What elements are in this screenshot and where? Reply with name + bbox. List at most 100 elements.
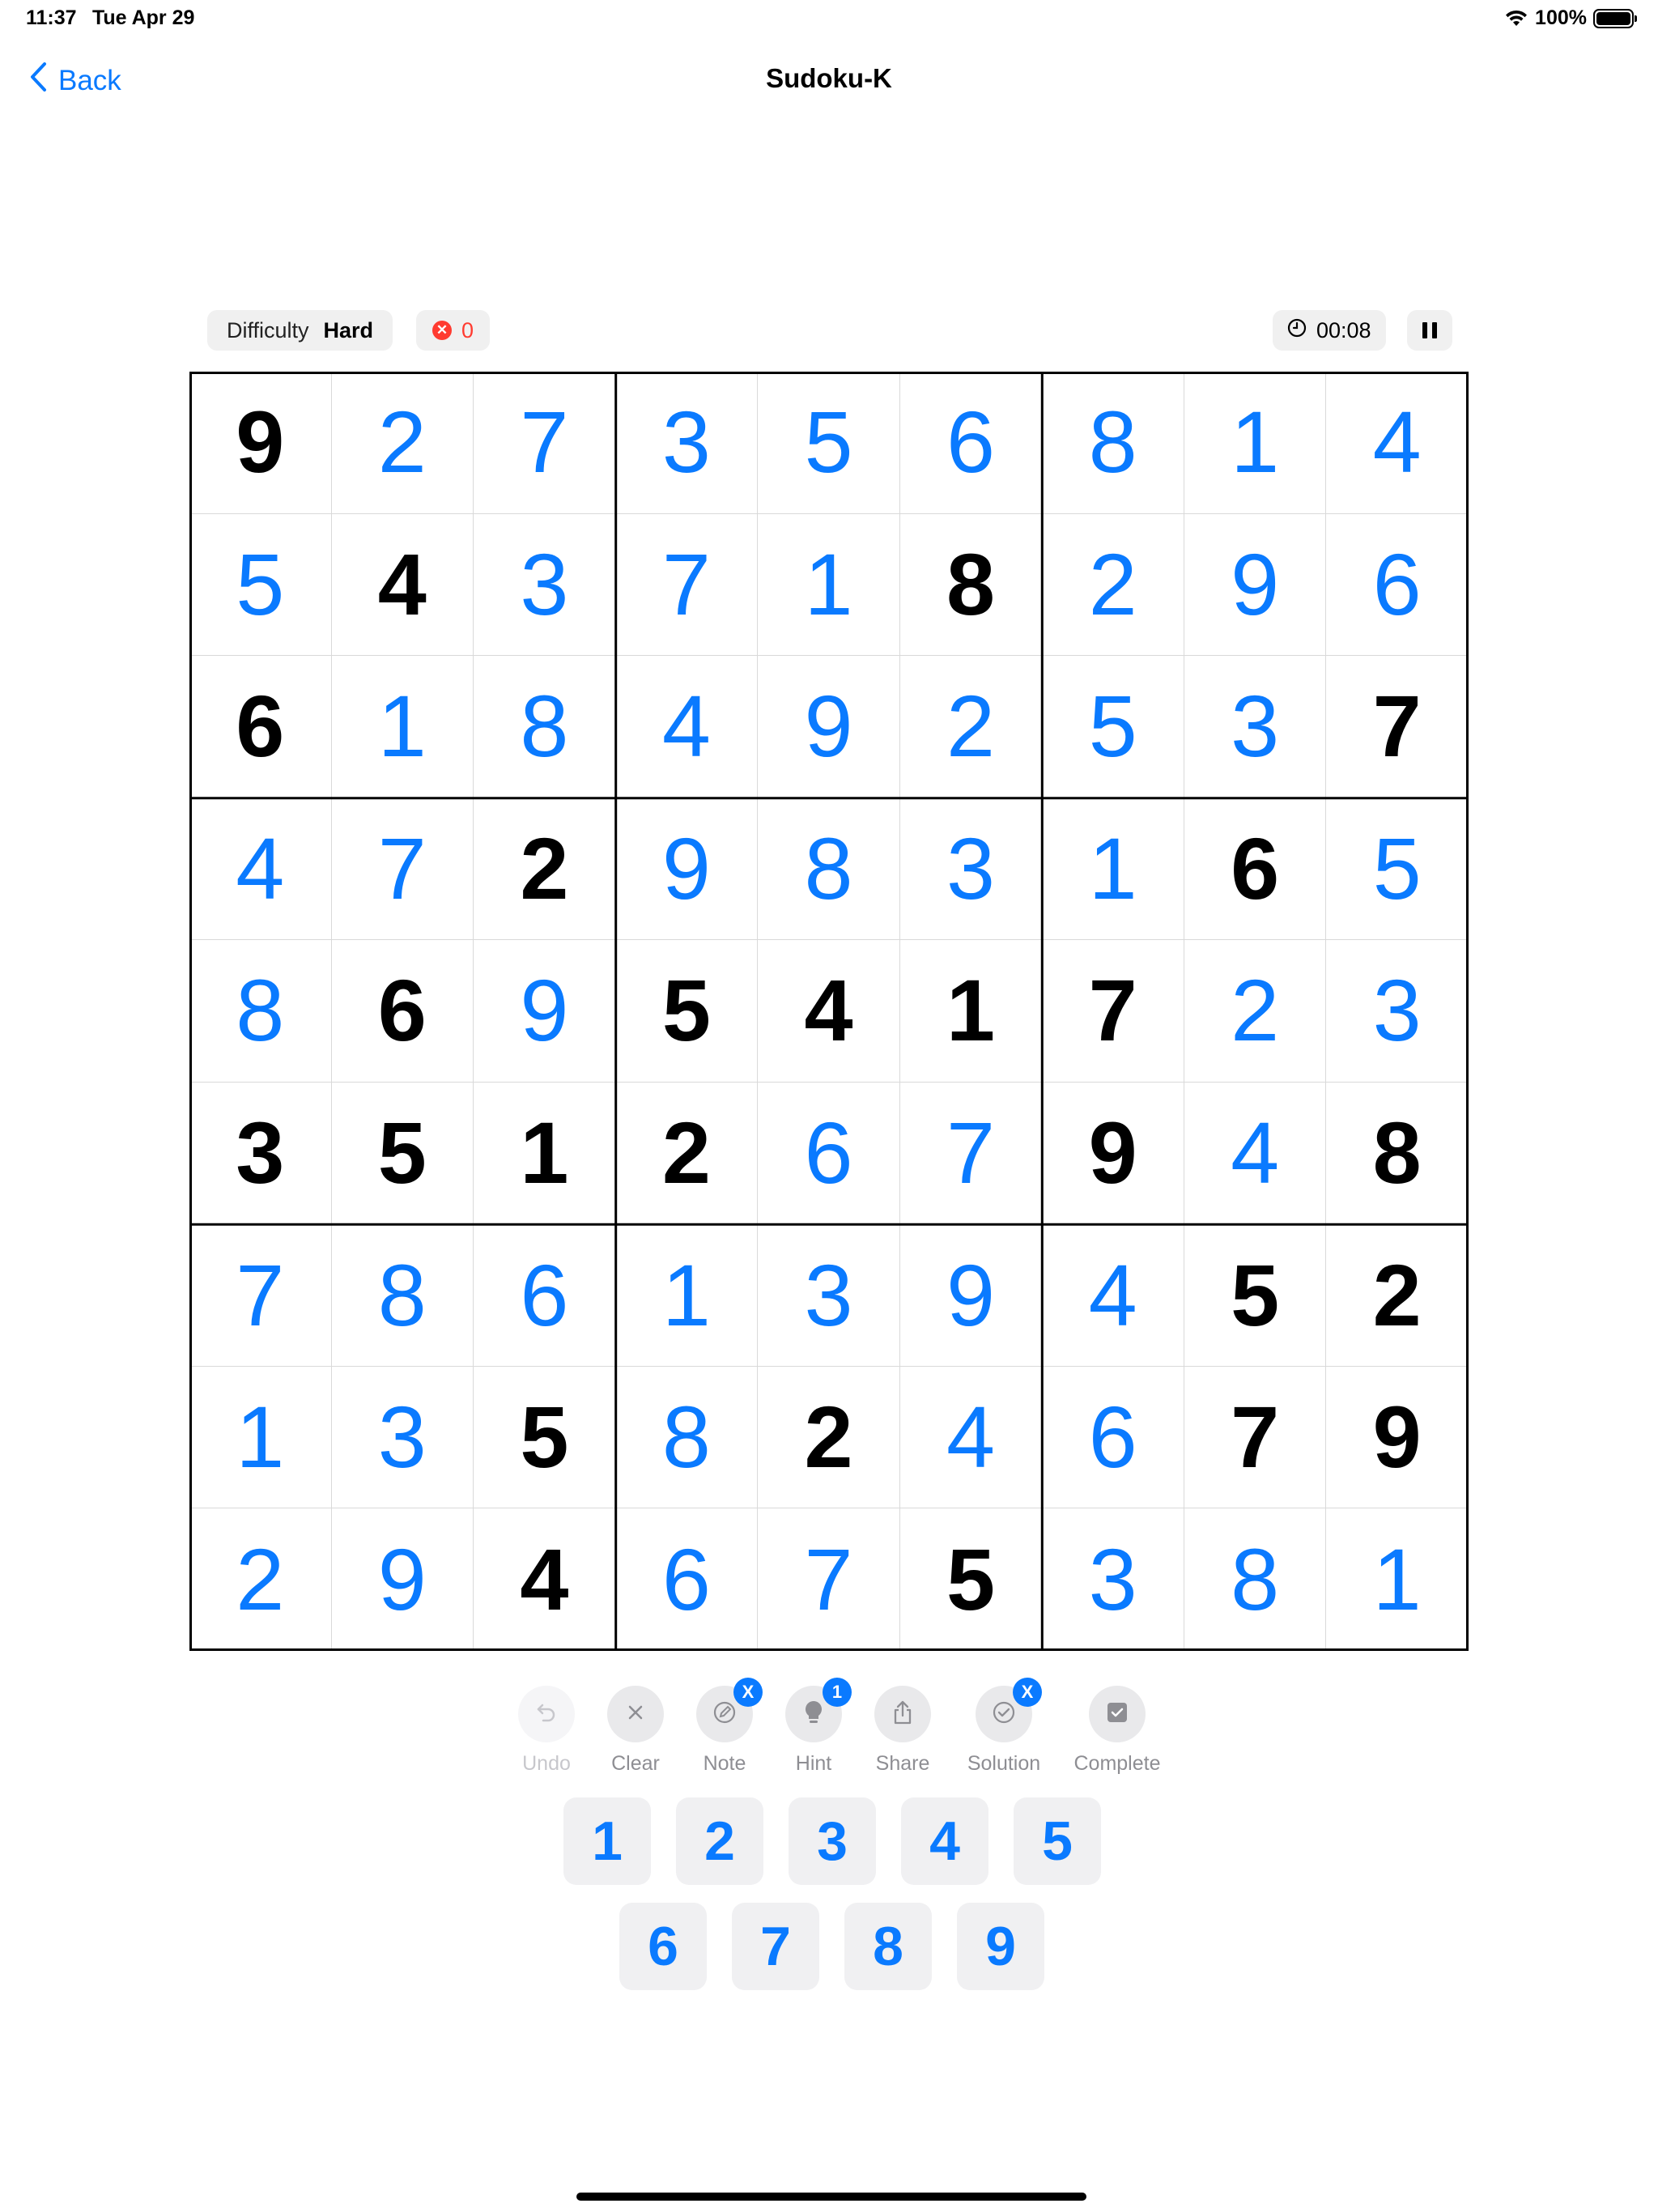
- sudoku-cell[interactable]: 7: [331, 798, 474, 941]
- sudoku-cell[interactable]: 1: [899, 940, 1043, 1083]
- sudoku-cell[interactable]: 2: [1184, 940, 1327, 1083]
- sudoku-cell[interactable]: 8: [189, 940, 332, 1083]
- sudoku-cell[interactable]: 7: [1042, 940, 1184, 1083]
- complete-button[interactable]: Complete: [1061, 1686, 1174, 1776]
- sudoku-cell[interactable]: 2: [1326, 1224, 1469, 1367]
- key-8[interactable]: 8: [844, 1903, 932, 1990]
- sudoku-cell[interactable]: 9: [615, 798, 759, 941]
- sudoku-cell[interactable]: 9: [899, 1224, 1043, 1367]
- clear-button[interactable]: Clear: [591, 1686, 680, 1776]
- pause-button[interactable]: [1407, 310, 1452, 351]
- sudoku-cell[interactable]: 9: [758, 656, 900, 798]
- sudoku-cell[interactable]: 6: [189, 656, 332, 798]
- sudoku-cell[interactable]: 3: [899, 798, 1043, 941]
- sudoku-cell[interactable]: 7: [899, 1082, 1043, 1225]
- sudoku-cell[interactable]: 3: [758, 1224, 900, 1367]
- sudoku-cell[interactable]: 4: [1326, 372, 1469, 514]
- sudoku-cell[interactable]: 5: [1326, 798, 1469, 941]
- sudoku-cell[interactable]: 7: [615, 513, 759, 657]
- hint-button[interactable]: 1 Hint: [769, 1678, 858, 1776]
- solution-button[interactable]: X Solution: [947, 1678, 1061, 1776]
- undo-button[interactable]: Undo: [502, 1686, 591, 1776]
- sudoku-cell[interactable]: 5: [1042, 656, 1184, 798]
- sudoku-cell[interactable]: 9: [331, 1508, 474, 1651]
- sudoku-cell[interactable]: 6: [331, 940, 474, 1083]
- key-3[interactable]: 3: [789, 1797, 876, 1885]
- sudoku-cell[interactable]: 8: [615, 1366, 759, 1509]
- key-7[interactable]: 7: [732, 1903, 819, 1990]
- sudoku-cell[interactable]: 1: [189, 1366, 332, 1509]
- sudoku-cell[interactable]: 4: [899, 1366, 1043, 1509]
- note-button[interactable]: X Note: [680, 1678, 769, 1776]
- sudoku-cell[interactable]: 2: [758, 1366, 900, 1509]
- sudoku-cell[interactable]: 1: [615, 1224, 759, 1367]
- sudoku-cell[interactable]: 7: [1326, 656, 1469, 798]
- sudoku-cell[interactable]: 2: [474, 798, 616, 941]
- sudoku-cell[interactable]: 6: [474, 1224, 616, 1367]
- sudoku-cell[interactable]: 5: [189, 513, 332, 657]
- sudoku-cell[interactable]: 8: [899, 513, 1043, 657]
- sudoku-cell[interactable]: 9: [1042, 1082, 1184, 1225]
- sudoku-cell[interactable]: 5: [899, 1508, 1043, 1651]
- sudoku-cell[interactable]: 2: [189, 1508, 332, 1651]
- sudoku-cell[interactable]: 2: [899, 656, 1043, 798]
- sudoku-cell[interactable]: 1: [331, 656, 474, 798]
- sudoku-cell[interactable]: 1: [1326, 1508, 1469, 1651]
- key-6[interactable]: 6: [619, 1903, 707, 1990]
- sudoku-cell[interactable]: 3: [189, 1082, 332, 1225]
- sudoku-cell[interactable]: 2: [1042, 513, 1184, 657]
- key-5[interactable]: 5: [1014, 1797, 1101, 1885]
- sudoku-cell[interactable]: 8: [1326, 1082, 1469, 1225]
- sudoku-cell[interactable]: 4: [1184, 1082, 1327, 1225]
- sudoku-cell[interactable]: 1: [758, 513, 900, 657]
- sudoku-cell[interactable]: 9: [474, 940, 616, 1083]
- sudoku-cell[interactable]: 9: [1326, 1366, 1469, 1509]
- sudoku-cell[interactable]: 6: [1042, 1366, 1184, 1509]
- sudoku-cell[interactable]: 7: [474, 372, 616, 514]
- key-1[interactable]: 1: [563, 1797, 651, 1885]
- sudoku-cell[interactable]: 3: [615, 372, 759, 514]
- key-2[interactable]: 2: [676, 1797, 763, 1885]
- sudoku-cell[interactable]: 3: [1042, 1508, 1184, 1651]
- sudoku-cell[interactable]: 3: [1326, 940, 1469, 1083]
- sudoku-cell[interactable]: 7: [189, 1224, 332, 1367]
- sudoku-cell[interactable]: 5: [331, 1082, 474, 1225]
- sudoku-cell[interactable]: 7: [758, 1508, 900, 1651]
- sudoku-cell[interactable]: 2: [331, 372, 474, 514]
- sudoku-cell[interactable]: 3: [331, 1366, 474, 1509]
- key-9[interactable]: 9: [957, 1903, 1044, 1990]
- sudoku-cell[interactable]: 4: [474, 1508, 616, 1651]
- sudoku-cell[interactable]: 9: [189, 372, 332, 514]
- sudoku-cell[interactable]: 3: [1184, 656, 1327, 798]
- undo-label: Undo: [522, 1752, 571, 1775]
- share-button[interactable]: Share: [858, 1686, 947, 1776]
- key-4[interactable]: 4: [901, 1797, 988, 1885]
- sudoku-cell[interactable]: 4: [1042, 1224, 1184, 1367]
- sudoku-cell[interactable]: 4: [189, 798, 332, 941]
- sudoku-cell[interactable]: 7: [1184, 1366, 1327, 1509]
- sudoku-cell[interactable]: 3: [474, 513, 616, 657]
- sudoku-cell[interactable]: 8: [474, 656, 616, 798]
- sudoku-cell[interactable]: 2: [615, 1082, 759, 1225]
- sudoku-cell[interactable]: 6: [615, 1508, 759, 1651]
- sudoku-cell[interactable]: 8: [1042, 372, 1184, 514]
- sudoku-cell[interactable]: 5: [474, 1366, 616, 1509]
- sudoku-cell[interactable]: 6: [1184, 798, 1327, 941]
- sudoku-cell[interactable]: 5: [615, 940, 759, 1083]
- sudoku-cell[interactable]: 8: [758, 798, 900, 941]
- sudoku-cell[interactable]: 4: [331, 513, 474, 657]
- sudoku-cell[interactable]: 1: [474, 1082, 616, 1225]
- battery-icon: [1593, 8, 1637, 28]
- sudoku-cell[interactable]: 4: [758, 940, 900, 1083]
- sudoku-cell[interactable]: 8: [331, 1224, 474, 1367]
- sudoku-cell[interactable]: 9: [1184, 513, 1327, 657]
- sudoku-cell[interactable]: 6: [1326, 513, 1469, 657]
- sudoku-cell[interactable]: 8: [1184, 1508, 1327, 1651]
- sudoku-cell[interactable]: 4: [615, 656, 759, 798]
- sudoku-cell[interactable]: 5: [1184, 1224, 1327, 1367]
- sudoku-cell[interactable]: 6: [758, 1082, 900, 1225]
- sudoku-cell[interactable]: 5: [758, 372, 900, 514]
- sudoku-cell[interactable]: 1: [1184, 372, 1327, 514]
- sudoku-cell[interactable]: 1: [1042, 798, 1184, 941]
- sudoku-cell[interactable]: 6: [899, 372, 1043, 514]
